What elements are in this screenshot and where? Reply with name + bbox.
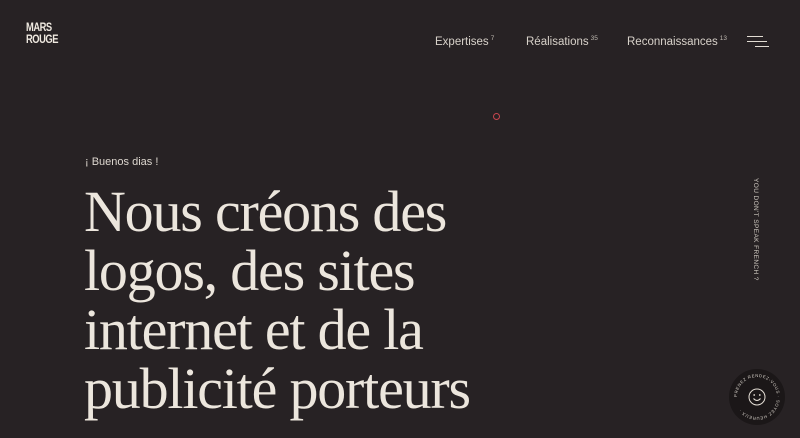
headline-line: publicité porteurs: [84, 356, 471, 421]
headline-line: logos, des sites: [84, 238, 416, 303]
headline-line: Nous créons des: [84, 179, 447, 244]
badge-ring-text: PRENEZ RENDEZ-VOUS · SOYEZ HEUREUX ·: [733, 373, 780, 421]
menu-line: [747, 36, 763, 37]
smiley-face-icon: [748, 388, 766, 406]
nav-item-reconnaissances[interactable]: Reconnaissances 13: [627, 35, 727, 48]
nav-item-count: 13: [719, 35, 728, 42]
menu-line: [747, 41, 767, 42]
cursor-ring-icon: [493, 113, 500, 120]
nav-item-count: 35: [590, 35, 598, 42]
hero-headline: Nous créons des logos, des sites interne…: [84, 182, 604, 418]
badge-graphic: PRENEZ RENDEZ-VOUS · SOYEZ HEUREUX ·: [733, 373, 781, 421]
menu-line: [755, 46, 769, 47]
language-switch-link[interactable]: YOU DON'T SPEAK FRENCH ?: [752, 178, 759, 281]
brand-logo[interactable]: MARS ROUGE: [26, 21, 58, 45]
nav-item-count: 7: [490, 35, 495, 42]
svg-text:PRENEZ RENDEZ-VOUS · SOYEZ HEU: PRENEZ RENDEZ-VOUS · SOYEZ HEUREUX ·: [733, 373, 781, 421]
nav-item-label: Reconnaissances: [627, 36, 718, 48]
logo-line-2: ROUGE: [26, 32, 58, 46]
nav-item-label: Expertises: [435, 36, 489, 48]
nav-item-label: Réalisations: [526, 36, 589, 48]
appointment-badge[interactable]: PRENEZ RENDEZ-VOUS · SOYEZ HEUREUX ·: [729, 369, 785, 425]
hamburger-menu-icon[interactable]: [747, 36, 771, 48]
nav-item-expertises[interactable]: Expertises 7: [435, 35, 494, 48]
headline-line: internet et de la: [84, 297, 424, 362]
hero-greeting: ¡ Buenos dias !: [85, 156, 159, 168]
nav-item-realisations[interactable]: Réalisations 35: [526, 35, 598, 48]
